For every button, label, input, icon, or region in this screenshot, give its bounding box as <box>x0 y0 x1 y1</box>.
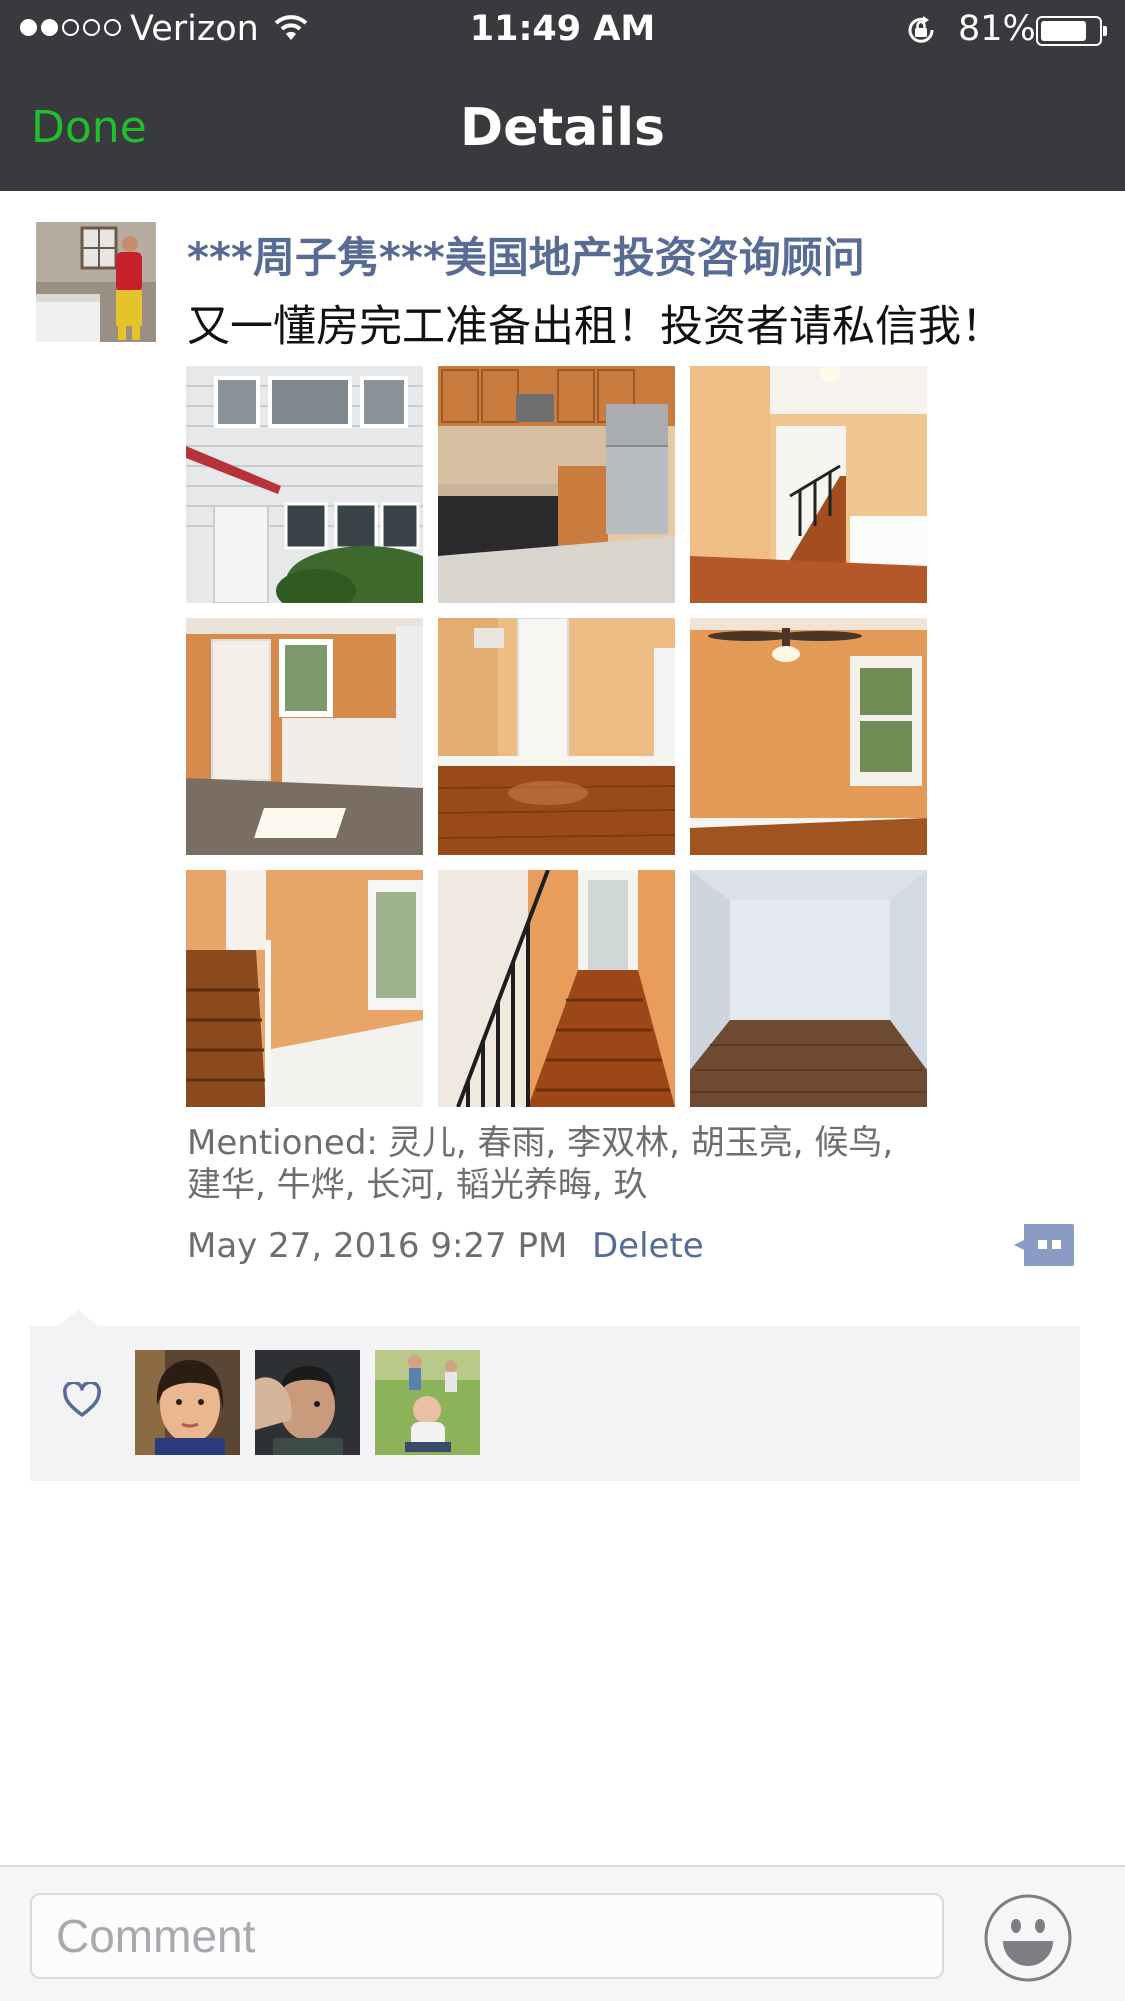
photo-thumbnail[interactable] <box>690 366 927 603</box>
likes-pointer <box>58 1310 98 1326</box>
page-title: Details <box>460 98 665 158</box>
comment-bar <box>0 1865 1125 2001</box>
photo-thumbnail[interactable] <box>438 870 675 1107</box>
liker-avatar[interactable] <box>375 1350 480 1455</box>
comment-input[interactable] <box>30 1893 944 1979</box>
emoji-icon[interactable] <box>983 1893 1073 1983</box>
battery-percent: 81% <box>958 9 1036 49</box>
battery-icon <box>1036 16 1107 46</box>
photo-thumbnail[interactable] <box>186 870 423 1107</box>
rotation-lock-icon <box>908 16 934 43</box>
comment-options-icon[interactable] <box>1012 1222 1076 1268</box>
mentioned-label: Mentioned: <box>187 1123 378 1163</box>
top-bar: Verizon 11:49 AM 81% Done Details <box>0 0 1125 191</box>
photo-grid <box>186 366 928 1107</box>
author-name[interactable]: ***周子隽***美国地产投资咨询顾问 <box>187 224 865 285</box>
post-text: 又一懂房完工准备出租！投资者请私信我！ <box>187 302 1004 352</box>
clock: 11:49 AM <box>469 9 656 49</box>
photo-thumbnail[interactable] <box>690 870 927 1107</box>
heart-icon <box>63 1382 101 1417</box>
photo-thumbnail[interactable] <box>186 366 423 603</box>
post-timestamp: May 27, 2016 9:27 PM <box>187 1226 568 1266</box>
photo-thumbnail[interactable] <box>438 366 675 603</box>
photo-thumbnail[interactable] <box>438 618 675 855</box>
status-bar: Verizon 11:49 AM 81% <box>0 0 1125 60</box>
likes-panel <box>30 1326 1080 1481</box>
author-avatar[interactable] <box>36 222 156 342</box>
mentioned-users: Mentioned: 灵儿, 春雨, 李双林, 胡玉亮, 候鸟, 建华, 牛烨, … <box>187 1122 937 1206</box>
photo-thumbnail[interactable] <box>186 618 423 855</box>
delete-button[interactable]: Delete <box>592 1226 704 1266</box>
liker-avatar[interactable] <box>255 1350 360 1455</box>
photo-thumbnail[interactable] <box>690 618 927 855</box>
liker-avatar[interactable] <box>135 1350 240 1455</box>
